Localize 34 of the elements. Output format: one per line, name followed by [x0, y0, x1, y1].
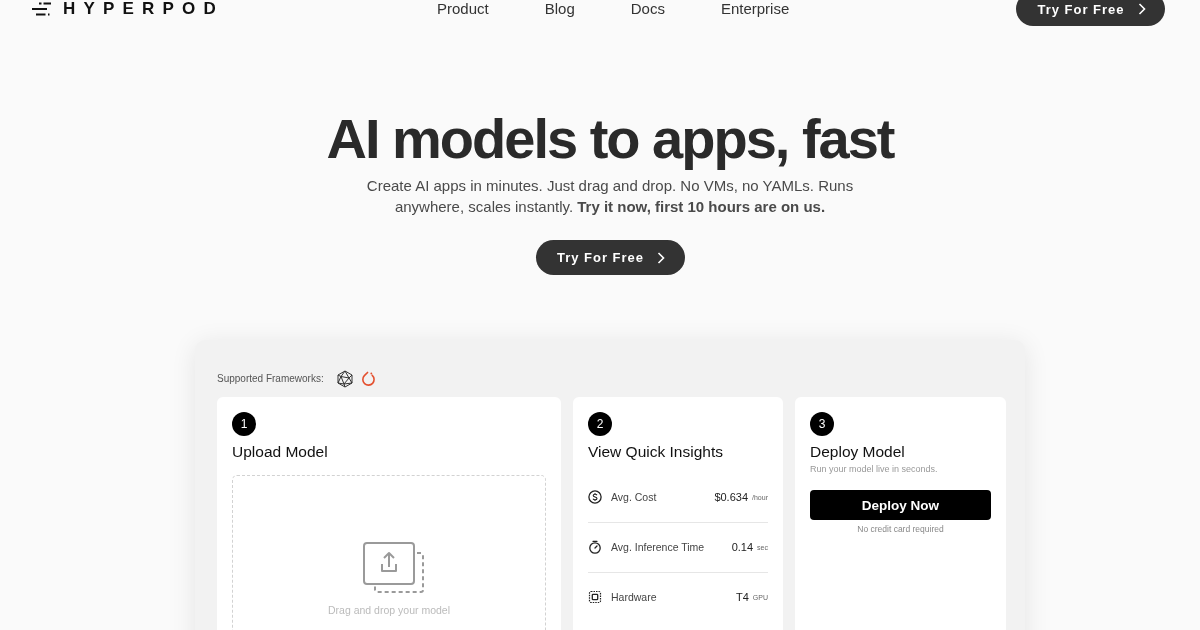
polyhedron-icon	[335, 370, 354, 388]
frameworks-label: Supported Frameworks:	[217, 372, 324, 386]
hero-subtitle: Create AI apps in minutes. Just drag and drop. No VMs, no YAMLs. Runs anywhere, scales instantly. Try it now, first 10 hours are on us.	[365, 176, 855, 217]
metric-label: Hardware	[611, 591, 657, 603]
try-for-free-button[interactable]: Try For Free	[535, 240, 685, 275]
logo-text: HYPERPOD	[63, 0, 224, 19]
upload-icon	[363, 542, 425, 594]
metric-value: $0.634	[714, 491, 749, 503]
step-title: View Quick Insights	[588, 443, 724, 461]
metric-value: 0.14	[731, 541, 754, 553]
logo-icon	[32, 2, 51, 16]
deploy-now-button[interactable]: Deploy Now	[810, 490, 991, 520]
dollar-icon	[588, 490, 602, 504]
stopwatch-icon	[588, 540, 602, 554]
step-subtitle: Run your model live in seconds.	[810, 464, 939, 475]
try-for-free-button[interactable]: Try For Free	[1016, 0, 1165, 26]
no-card-note: No credit card required	[856, 524, 945, 535]
flame-icon	[360, 370, 376, 388]
nav-link[interactable]: Docs	[630, 0, 665, 18]
chevron-icon	[657, 251, 666, 264]
hero-title: AI models to apps, fast	[326, 108, 894, 170]
nav-link[interactable]: Product	[437, 0, 489, 18]
nav-link[interactable]: Blog	[544, 0, 575, 18]
step-title: Deploy Model	[810, 443, 906, 461]
step-number: 2	[588, 412, 612, 436]
step-number: 1	[232, 412, 256, 436]
step-title: Upload Model	[232, 443, 329, 461]
metric-label: Avg. Cost	[611, 491, 657, 503]
nav-link[interactable]: Enterprise	[720, 0, 790, 18]
chip-icon	[588, 590, 602, 604]
step-number: 3	[810, 412, 834, 436]
metric-value: T4	[736, 591, 749, 603]
chevron-icon	[1137, 3, 1146, 15]
metric-label: Avg. Inference Time	[611, 541, 705, 553]
